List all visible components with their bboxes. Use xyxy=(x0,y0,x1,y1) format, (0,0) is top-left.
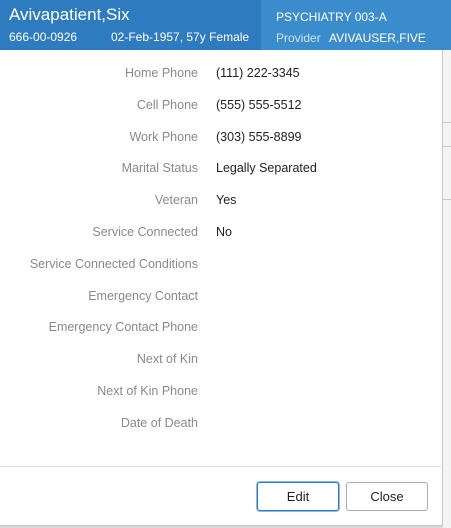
detail-value: (111) 222-3345 xyxy=(216,66,300,80)
detail-row-home-phone: Home Phone (111) 222-3345 xyxy=(0,58,440,90)
patient-dob-age-sex: 02-Feb-1957, 57y Female xyxy=(111,30,250,44)
detail-row-date-of-death: Date of Death xyxy=(0,408,440,440)
details-list: Home Phone (111) 222-3345 Cell Phone (55… xyxy=(0,58,440,440)
background-divider xyxy=(443,146,451,147)
detail-label: Service Connected Conditions xyxy=(29,256,198,271)
detail-label: Marital Status xyxy=(121,161,198,176)
background-divider xyxy=(443,199,451,200)
detail-row-emergency-contact: Emergency Contact xyxy=(0,281,440,313)
detail-row-marital-status: Marital Status Legally Separated xyxy=(0,153,440,185)
encounter-info[interactable]: PSYCHIATRY 003-A Provider AVIVAUSER,FIVE xyxy=(261,0,451,50)
detail-label: Home Phone xyxy=(125,66,198,80)
detail-row-service-connected: Service Connected No xyxy=(0,217,440,249)
detail-label: Date of Death xyxy=(120,415,198,430)
detail-label: Emergency Contact xyxy=(88,288,198,303)
detail-value: (303) 555-8899 xyxy=(216,129,302,144)
detail-row-work-phone: Work Phone (303) 555-8899 xyxy=(0,122,440,154)
detail-label: Next of Kin Phone xyxy=(97,383,198,398)
detail-value: Yes xyxy=(216,193,237,208)
detail-row-next-of-kin: Next of Kin xyxy=(0,344,440,376)
encounter-location: PSYCHIATRY 003-A xyxy=(276,10,387,24)
detail-label: Service Connected xyxy=(92,224,198,239)
detail-row-emergency-contact-phone: Emergency Contact Phone xyxy=(0,312,440,344)
patient-details-popup: Home Phone (111) 222-3345 Cell Phone (55… xyxy=(0,50,443,526)
detail-label: Cell Phone xyxy=(136,97,198,112)
detail-label: Next of Kin xyxy=(136,352,198,367)
detail-row-cell-phone: Cell Phone (555) 555-5512 xyxy=(0,90,440,122)
detail-value: Legally Separated xyxy=(216,161,317,176)
popup-footer: Edit Close xyxy=(0,466,441,525)
patient-name[interactable]: Avivapatient,Six xyxy=(9,5,130,25)
background-divider xyxy=(443,122,451,123)
detail-label: Emergency Contact Phone xyxy=(48,320,198,335)
detail-row-veteran: Veteran Yes xyxy=(0,185,440,217)
provider-label: Provider xyxy=(276,31,321,45)
detail-value: (555) 555-5512 xyxy=(216,97,302,112)
detail-row-service-connected-conditions: Service Connected Conditions xyxy=(0,249,440,281)
close-button[interactable]: Close xyxy=(346,482,428,511)
detail-label: Work Phone xyxy=(129,129,198,144)
edit-button[interactable]: Edit xyxy=(257,482,339,511)
detail-value: No xyxy=(216,224,232,239)
provider-name: AVIVAUSER,FIVE xyxy=(329,31,426,45)
patient-demographics[interactable]: Avivapatient,Six 666-00-0926 02-Feb-1957… xyxy=(0,0,261,50)
detail-label: Veteran xyxy=(154,193,198,208)
patient-header: Avivapatient,Six 666-00-0926 02-Feb-1957… xyxy=(0,0,451,50)
detail-row-next-of-kin-phone: Next of Kin Phone xyxy=(0,376,440,408)
patient-ssn: 666-00-0926 xyxy=(9,30,78,44)
